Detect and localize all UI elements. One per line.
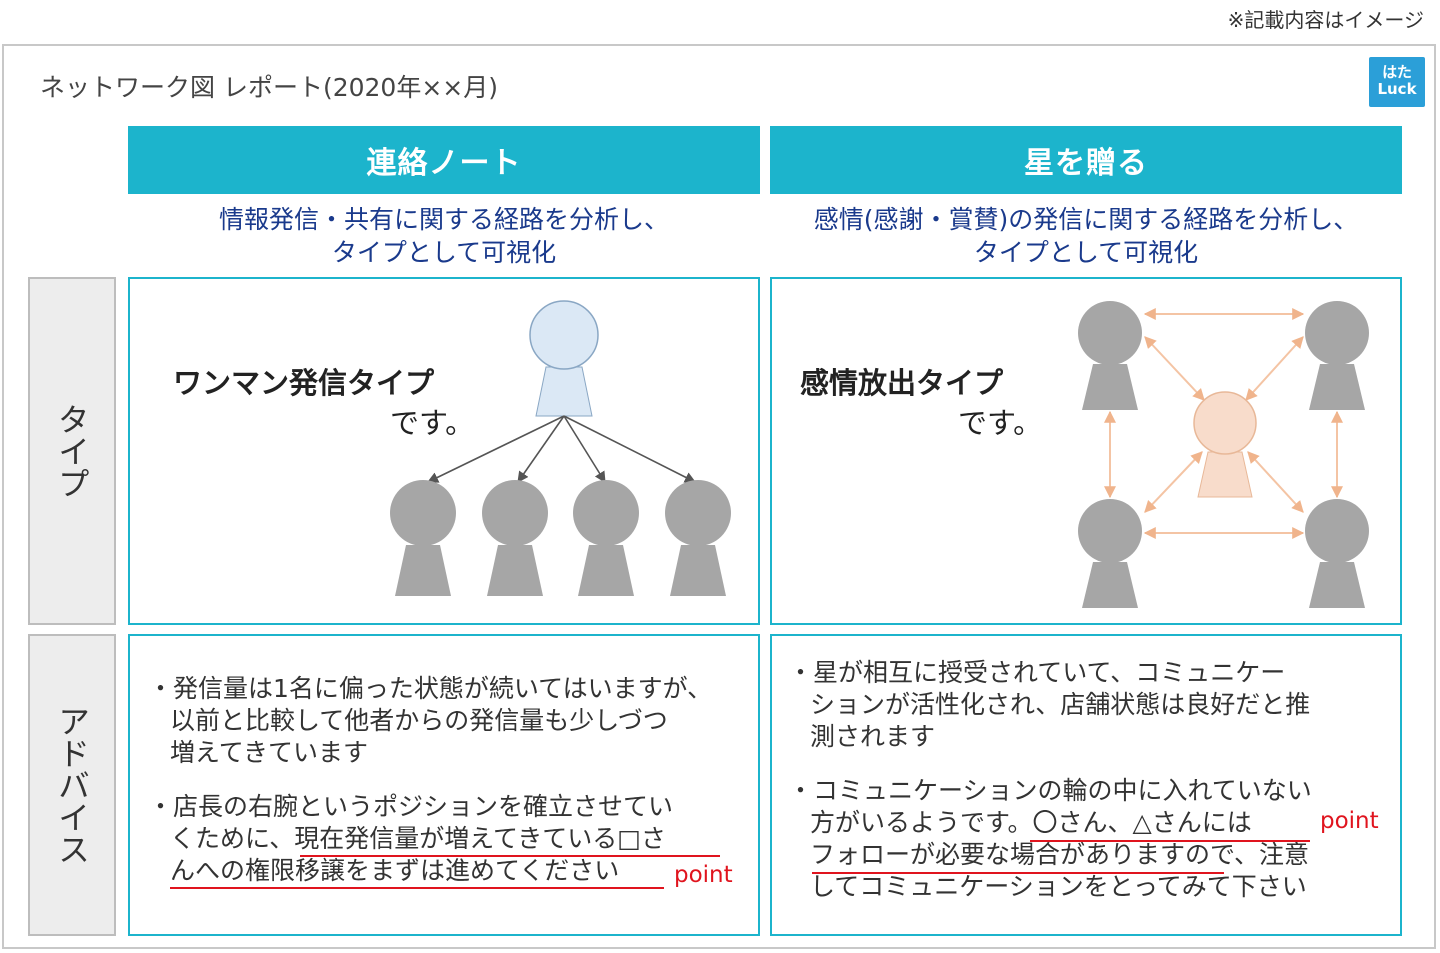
advice-line: ・星が相互に授受されていて、コミュニケー xyxy=(788,658,1286,687)
advice-left-bullet-2: ・店長の右腕というポジションを確立させてい くために、現在発信量が増えてきている… xyxy=(148,791,673,887)
node-gray-br xyxy=(1305,499,1369,608)
node-center-peach xyxy=(1193,391,1257,498)
node-gray-4 xyxy=(665,480,731,596)
edge-center-tr xyxy=(1245,336,1304,401)
emphasis-underline xyxy=(300,855,720,857)
advice-right-bullet-1: ・星が相互に授受されていて、コミュニケー ションが活性化され、店舗状態は良好だと… xyxy=(788,657,1310,753)
advice-line: くために、現在発信量が増えてきている□さ xyxy=(170,824,666,853)
edge-center-tl xyxy=(1144,336,1205,401)
node-gray-tr xyxy=(1305,301,1369,410)
advice-line: 方がいるようです。〇さん、△さんには xyxy=(810,808,1252,837)
arrow-to-node-1 xyxy=(426,415,565,483)
advice-line: ・店長の右腕というポジションを確立させてい xyxy=(148,792,674,821)
advice-line: フォローが必要な場合がありますので、注意 xyxy=(810,840,1310,869)
advice-line: んへの権限移譲をまずは進めてください xyxy=(170,856,620,885)
emphasis-underline xyxy=(170,887,664,889)
node-gray-2 xyxy=(482,480,548,596)
advice-left-bullet-1: ・発信量は1名に偏った状態が続いてはいますが、 以前と比較して他者からの発信量も… xyxy=(148,673,712,769)
node-gray-1 xyxy=(390,480,456,596)
advice-right-bullet-2: ・コミュニケーションの輪の中に入れていない 方がいるようです。〇さん、△さんには… xyxy=(788,775,1312,903)
advice-line: 測されます xyxy=(810,722,936,751)
advice-line: ・コミュニケーションの輪の中に入れていない xyxy=(788,776,1312,805)
arrow-to-node-2 xyxy=(517,415,565,483)
node-center-blue xyxy=(529,300,599,417)
advice-line: ・発信量は1名に偏った状態が続いてはいますが、 xyxy=(148,674,713,703)
node-gray-3 xyxy=(573,480,639,596)
node-gray-bl xyxy=(1078,499,1142,608)
edge-center-bl xyxy=(1144,451,1203,513)
node-gray-tl xyxy=(1078,301,1142,410)
advice-line: 以前と比較して他者からの発信量も少しづつ xyxy=(170,706,668,735)
advice-line: ションが活性化され、店舗状態は良好だと推 xyxy=(810,690,1311,719)
emphasis-underline xyxy=(812,872,1224,874)
advice-line: 増えてきています xyxy=(170,738,369,767)
point-marker-right: point xyxy=(1320,808,1379,834)
advice-line: してコミュニケーションをとってみて下さい xyxy=(810,872,1307,901)
edge-center-br xyxy=(1247,451,1304,513)
emphasis-underline xyxy=(1030,840,1310,842)
point-marker-left: point xyxy=(674,862,733,888)
